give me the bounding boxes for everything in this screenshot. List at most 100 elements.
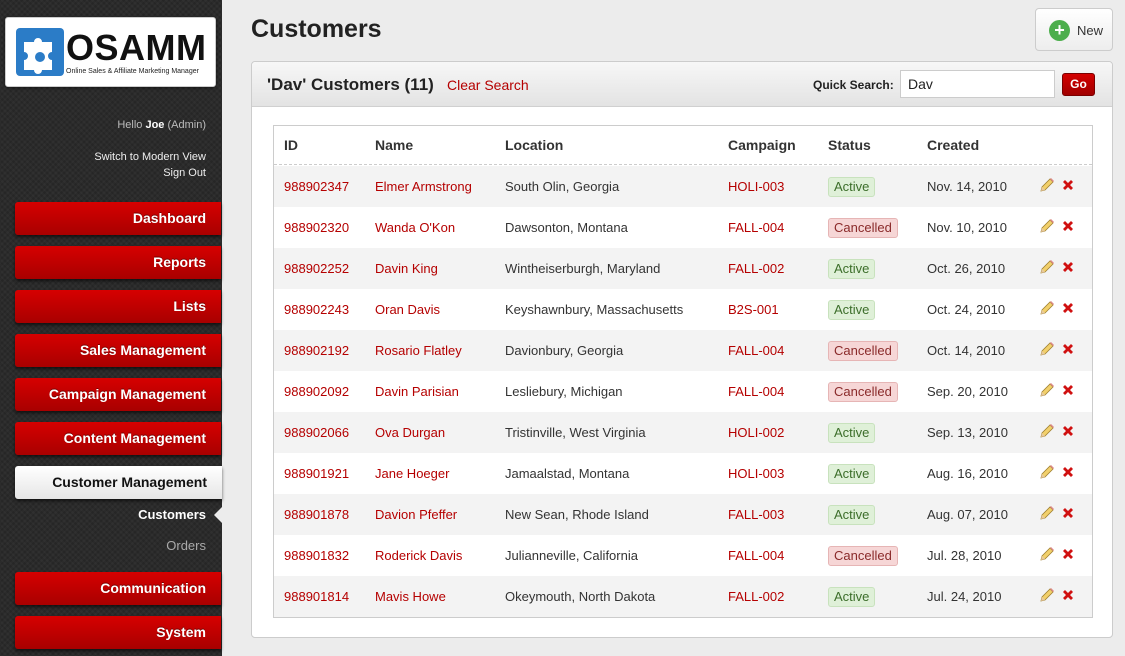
delete-x-icon[interactable]	[1060, 423, 1076, 439]
customer-id-link[interactable]: 988902192	[284, 343, 349, 358]
col-header-status[interactable]: Status	[828, 137, 871, 153]
nav-communication[interactable]: Communication	[15, 572, 221, 605]
go-button[interactable]: Go	[1062, 73, 1095, 96]
status-badge: Active	[828, 177, 876, 197]
sign-out-link[interactable]: Sign Out	[163, 167, 206, 179]
nav-sales-management[interactable]: Sales Management	[15, 334, 221, 367]
customer-location: Dawsonton, Montana	[505, 220, 628, 235]
delete-x-icon[interactable]	[1060, 587, 1076, 603]
pencil-icon[interactable]	[1039, 177, 1055, 193]
customer-name-link[interactable]: Elmer Armstrong	[375, 179, 472, 194]
created-date: Oct. 14, 2010	[927, 343, 1006, 358]
switch-view-link[interactable]: Switch to Modern View	[94, 151, 206, 163]
pencil-icon[interactable]	[1039, 218, 1055, 234]
customer-id-link[interactable]: 988902243	[284, 302, 349, 317]
nav-system[interactable]: System	[15, 616, 221, 649]
table-row[interactable]: 988902252 Davin King Wintheiserburgh, Mary…	[274, 248, 1092, 289]
pencil-icon[interactable]	[1039, 464, 1055, 480]
customer-name-link[interactable]: Rosario Flatley	[375, 343, 462, 358]
customer-name-link[interactable]: Oran Davis	[375, 302, 440, 317]
pencil-icon[interactable]	[1039, 382, 1055, 398]
created-date: Jul. 28, 2010	[927, 548, 1002, 563]
user-greeting: Hello Joe (Admin)	[117, 119, 206, 131]
col-header-id[interactable]: ID	[284, 137, 298, 153]
delete-x-icon[interactable]	[1060, 177, 1076, 193]
campaign-link[interactable]: FALL-003	[728, 507, 784, 522]
delete-x-icon[interactable]	[1060, 218, 1076, 234]
delete-x-icon[interactable]	[1060, 505, 1076, 521]
pencil-icon[interactable]	[1039, 423, 1055, 439]
table-row[interactable]: 988901878 Davion Pfeffer New Sean, Rhode I…	[274, 494, 1092, 535]
campaign-link[interactable]: FALL-004	[728, 220, 784, 235]
nav-reports[interactable]: Reports	[15, 246, 221, 279]
customer-name-link[interactable]: Davin Parisian	[375, 384, 459, 399]
campaign-link[interactable]: FALL-002	[728, 261, 784, 276]
pencil-icon[interactable]	[1039, 259, 1055, 275]
table-row[interactable]: 988902320 Wanda O'Kon Dawsonton, Montana FA…	[274, 207, 1092, 248]
col-header-campaign[interactable]: Campaign	[728, 137, 796, 153]
created-date: Nov. 10, 2010	[927, 220, 1007, 235]
customer-name-link[interactable]: Ova Durgan	[375, 425, 445, 440]
customer-id-link[interactable]: 988902066	[284, 425, 349, 440]
quick-search-input[interactable]	[900, 70, 1055, 98]
table-row[interactable]: 988902192 Rosario Flatley Davionbury, Geor…	[274, 330, 1092, 371]
campaign-link[interactable]: HOLI-003	[728, 179, 784, 194]
logo-wordmark: OSAMM	[66, 27, 207, 68]
campaign-link[interactable]: HOLI-003	[728, 466, 784, 481]
delete-x-icon[interactable]	[1060, 382, 1076, 398]
customer-name-link[interactable]: Wanda O'Kon	[375, 220, 455, 235]
campaign-link[interactable]: FALL-004	[728, 343, 784, 358]
table-row[interactable]: 988902066 Ova Durgan Tristinville, West Vi…	[274, 412, 1092, 453]
app-logo[interactable]: OSAMM Online Sales & Affiliate Marketing…	[5, 17, 216, 87]
table-row[interactable]: 988901814 Mavis Howe Okeymouth, North Dako…	[274, 576, 1092, 617]
campaign-link[interactable]: FALL-002	[728, 589, 784, 604]
table-row[interactable]: 988901921 Jane Hoeger Jamaalstad, Montana H…	[274, 453, 1092, 494]
delete-x-icon[interactable]	[1060, 546, 1076, 562]
delete-x-icon[interactable]	[1060, 300, 1076, 316]
table-row[interactable]: 988902243 Oran Davis Keyshawnbury, Massach…	[274, 289, 1092, 330]
nav-content-management[interactable]: Content Management	[15, 422, 221, 455]
table-row[interactable]: 988902092 Davin Parisian Lesliebury, Michi…	[274, 371, 1092, 412]
customer-id-link[interactable]: 988902347	[284, 179, 349, 194]
col-header-location[interactable]: Location	[505, 137, 563, 153]
campaign-link[interactable]: FALL-004	[728, 384, 784, 399]
delete-x-icon[interactable]	[1060, 464, 1076, 480]
pencil-icon[interactable]	[1039, 505, 1055, 521]
customer-location: Julianneville, California	[505, 548, 638, 563]
new-customer-button[interactable]: + New	[1035, 8, 1113, 51]
customer-name-link[interactable]: Jane Hoeger	[375, 466, 449, 481]
pencil-icon[interactable]	[1039, 341, 1055, 357]
pencil-icon[interactable]	[1039, 587, 1055, 603]
clear-search-link[interactable]: Clear Search	[447, 77, 529, 93]
pencil-icon[interactable]	[1039, 546, 1055, 562]
campaign-link[interactable]: B2S-001	[728, 302, 779, 317]
nav-customer-management[interactable]: Customer Management	[15, 466, 222, 499]
delete-x-icon[interactable]	[1060, 259, 1076, 275]
table-row[interactable]: 988902347 Elmer Armstrong South Olin, Geor…	[274, 166, 1092, 207]
customer-name-link[interactable]: Davin King	[375, 261, 438, 276]
customer-name-link[interactable]: Mavis Howe	[375, 589, 446, 604]
delete-x-icon[interactable]	[1060, 341, 1076, 357]
subnav-orders[interactable]: Orders	[166, 538, 206, 553]
customer-name-link[interactable]: Davion Pfeffer	[375, 507, 457, 522]
nav-lists[interactable]: Lists	[15, 290, 221, 323]
table-row[interactable]: 988901832 Roderick Davis Julianneville, Ca…	[274, 535, 1092, 576]
campaign-link[interactable]: FALL-004	[728, 548, 784, 563]
campaign-link[interactable]: HOLI-002	[728, 425, 784, 440]
customer-id-link[interactable]: 988902092	[284, 384, 349, 399]
pencil-icon[interactable]	[1039, 300, 1055, 316]
created-date: Oct. 24, 2010	[927, 302, 1006, 317]
nav-dashboard[interactable]: Dashboard	[15, 202, 221, 235]
nav-campaign-management[interactable]: Campaign Management	[15, 378, 221, 411]
customer-id-link[interactable]: 988901921	[284, 466, 349, 481]
customer-id-link[interactable]: 988901878	[284, 507, 349, 522]
customer-id-link[interactable]: 988902320	[284, 220, 349, 235]
col-header-created[interactable]: Created	[927, 137, 979, 153]
status-badge: Cancelled	[828, 341, 898, 361]
customer-id-link[interactable]: 988901832	[284, 548, 349, 563]
subnav-customers[interactable]: Customers	[138, 507, 206, 522]
col-header-name[interactable]: Name	[375, 137, 413, 153]
customer-name-link[interactable]: Roderick Davis	[375, 548, 462, 563]
customer-id-link[interactable]: 988901814	[284, 589, 349, 604]
customer-id-link[interactable]: 988902252	[284, 261, 349, 276]
